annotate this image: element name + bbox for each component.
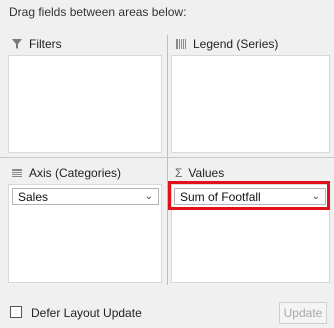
filters-header: Filters — [9, 33, 162, 55]
legend-title: Legend (Series) — [193, 37, 279, 51]
filter-icon — [11, 38, 23, 50]
values-area: Σ Values — [173, 162, 328, 184]
chevron-down-icon[interactable]: ⌄ — [145, 191, 153, 202]
axis-header: Axis (Categories) — [9, 162, 162, 184]
axis-field-sales[interactable]: Sales ⌄ — [12, 188, 159, 205]
legend-drop-zone[interactable] — [171, 55, 330, 153]
rows-icon — [11, 167, 23, 179]
values-field-label: Sum of Footfall — [180, 189, 261, 204]
legend-area: Legend (Series) — [173, 33, 328, 55]
columns-icon — [175, 38, 187, 50]
legend-header: Legend (Series) — [173, 33, 328, 55]
update-button[interactable]: Update — [279, 302, 327, 324]
defer-layout-checkbox[interactable] — [10, 306, 22, 318]
defer-layout-label: Defer Layout Update — [31, 306, 142, 320]
axis-title: Axis (Categories) — [29, 166, 122, 180]
vertical-divider — [167, 35, 168, 285]
axis-area: Axis (Categories) — [9, 162, 162, 184]
horizontal-divider — [0, 157, 334, 158]
filters-area: Filters — [9, 33, 162, 55]
values-header: Σ Values — [173, 162, 328, 184]
axis-field-label: Sales — [18, 189, 49, 204]
filters-drop-zone[interactable] — [8, 55, 162, 153]
sigma-icon: Σ — [175, 166, 183, 180]
values-title: Values — [188, 166, 225, 180]
values-field-sum-of-footfall[interactable]: Sum of Footfall ⌄ — [174, 188, 326, 205]
filters-title: Filters — [29, 37, 62, 51]
chevron-down-icon[interactable]: ⌄ — [312, 191, 320, 202]
instructions-text: Drag fields between areas below: — [9, 5, 187, 19]
